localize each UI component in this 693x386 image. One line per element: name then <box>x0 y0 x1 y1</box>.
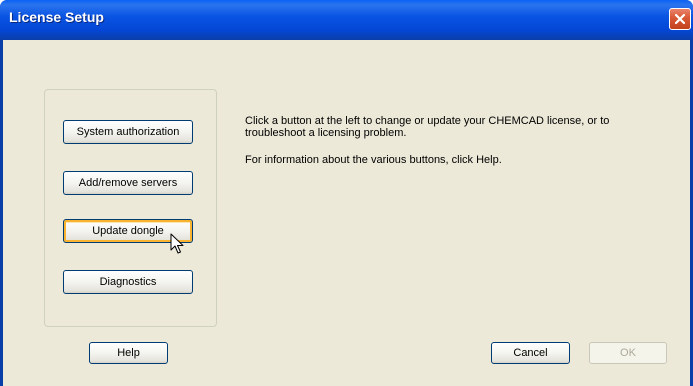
cancel-button[interactable]: Cancel <box>491 342 570 364</box>
close-x-icon <box>674 13 686 25</box>
system-authorization-button[interactable]: System authorization <box>63 120 193 144</box>
ok-button[interactable]: OK <box>589 342 667 364</box>
arrow-pointer-icon <box>170 233 184 254</box>
window-title: License Setup <box>9 9 104 25</box>
close-button[interactable] <box>669 8 691 30</box>
title-bar[interactable]: License Setup <box>0 0 693 40</box>
diagnostics-button[interactable]: Diagnostics <box>63 270 193 294</box>
help-button[interactable]: Help <box>89 342 168 364</box>
help-hint-text: For information about the various button… <box>245 154 502 166</box>
instruction-line-2: troubleshoot a licensing problem. <box>245 127 407 139</box>
add-remove-servers-button[interactable]: Add/remove servers <box>63 171 193 195</box>
instruction-line-1: Click a button at the left to change or … <box>245 115 610 127</box>
license-setup-window: License Setup System authorization Add/r… <box>0 0 693 386</box>
dialog-body: System authorization Add/remove servers … <box>3 40 690 386</box>
